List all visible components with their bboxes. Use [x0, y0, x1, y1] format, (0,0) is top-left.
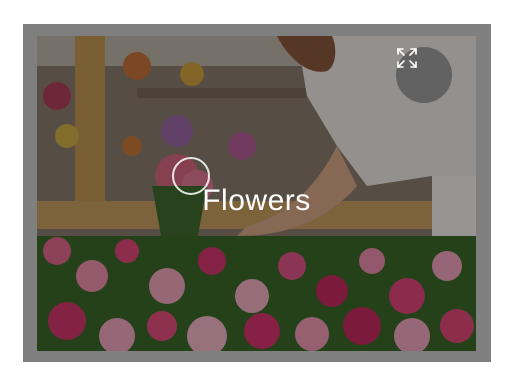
flower-photo: Flowers: [37, 36, 476, 351]
fullscreen-button[interactable]: [396, 47, 452, 103]
card-title: Flowers: [202, 184, 311, 217]
expand-arrows-icon: [397, 48, 417, 68]
flower-card[interactable]: Flowers: [23, 24, 491, 362]
